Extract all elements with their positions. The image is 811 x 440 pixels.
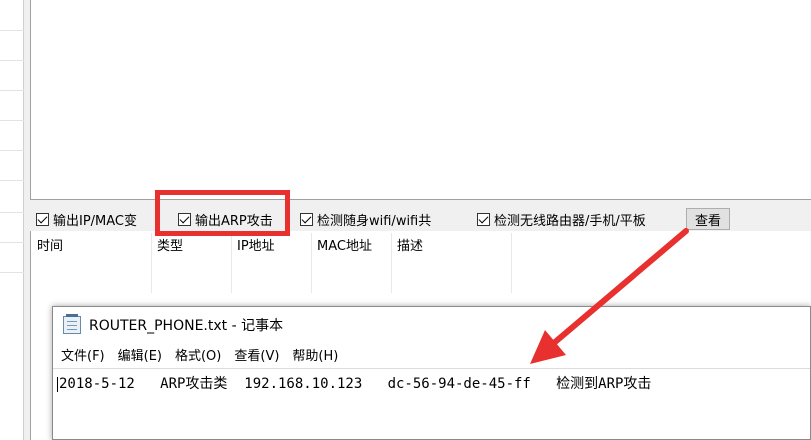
side-panel	[0, 0, 24, 440]
checkbox-label: 检测无线路由器/手机/平板	[494, 213, 646, 229]
column-header-type[interactable]: 类型	[157, 235, 183, 254]
options-toolbar: 输出IP/MAC变 输出ARP攻击 检测随身wifi/wifi共 检测无线路由器…	[30, 203, 811, 231]
list-header: 时间 类型 IP地址 MAC地址 描述	[31, 231, 811, 293]
notepad-window: ROUTER_PHONE.txt - 记事本 文件(F) 编辑(E) 格式(O)…	[52, 306, 811, 440]
results-pane	[30, 0, 811, 200]
menu-help[interactable]: 帮助(H)	[292, 345, 338, 367]
view-button[interactable]: 查看	[686, 208, 730, 230]
text-caret	[57, 376, 58, 392]
checkmark-icon	[477, 212, 490, 226]
notepad-text-area[interactable]: 2018-5-12 ARP攻击类 192.168.10.123 dc-56-94…	[53, 368, 810, 440]
column-header-description[interactable]: 描述	[397, 235, 423, 254]
checkbox-label: 检测随身wifi/wifi共	[317, 213, 432, 229]
menu-format[interactable]: 格式(O)	[175, 345, 221, 367]
notepad-menu-bar: 文件(F) 编辑(E) 格式(O) 查看(V) 帮助(H)	[53, 345, 351, 367]
column-header-time[interactable]: 时间	[37, 235, 63, 254]
menu-view[interactable]: 查看(V)	[234, 345, 279, 367]
notepad-title: ROUTER_PHONE.txt - 记事本	[89, 318, 284, 334]
notepad-content: 2018-5-12 ARP攻击类 192.168.10.123 dc-56-94…	[59, 376, 652, 392]
column-header-ip[interactable]: IP地址	[237, 235, 275, 254]
highlight-box	[155, 190, 290, 236]
column-header-mac[interactable]: MAC地址	[317, 235, 372, 254]
menu-file[interactable]: 文件(F)	[61, 345, 105, 367]
app-window: 输出IP/MAC变 输出ARP攻击 检测随身wifi/wifi共 检测无线路由器…	[0, 0, 811, 440]
checkbox-output-ip-mac-change[interactable]: 输出IP/MAC变	[36, 210, 172, 228]
checkbox-label: 输出IP/MAC变	[53, 213, 138, 229]
checkmark-icon	[300, 212, 313, 226]
checkbox-detect-portable-wifi[interactable]: 检测随身wifi/wifi共	[300, 210, 456, 228]
checkmark-icon	[36, 212, 49, 226]
notepad-icon	[63, 314, 81, 334]
notepad-title-bar[interactable]: ROUTER_PHONE.txt - 记事本	[53, 307, 810, 343]
checkbox-detect-wireless-router[interactable]: 检测无线路由器/手机/平板	[477, 210, 682, 228]
menu-edit[interactable]: 编辑(E)	[118, 345, 162, 367]
